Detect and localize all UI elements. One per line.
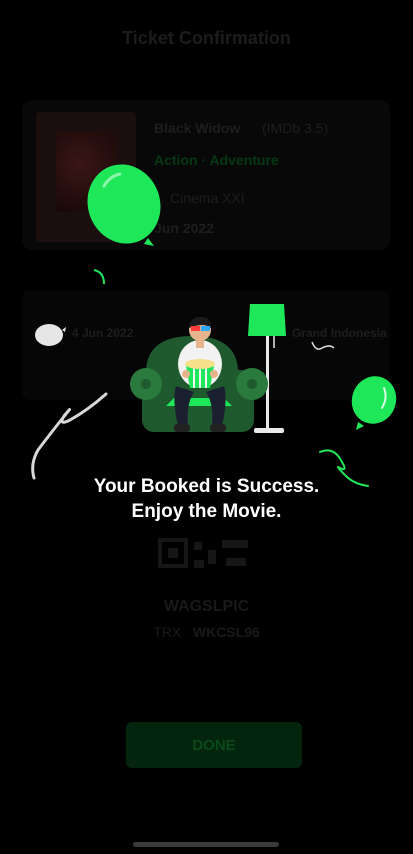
booking-location: Grand Indonesia (292, 326, 387, 340)
qr-code (158, 538, 248, 568)
page-title: Ticket Confirmation (122, 28, 291, 48)
confetti-icon (93, 269, 105, 285)
trx-label: TRX (153, 624, 182, 640)
green-balloon-icon (351, 376, 397, 430)
movie-studio: Cinema XXI (170, 190, 245, 206)
success-line-1: Your Booked is Success. (93, 476, 320, 497)
movie-title: Black Widow (154, 120, 241, 136)
confetti-icon (311, 341, 335, 350)
trx-value: WKCSL96 (192, 624, 260, 640)
home-indicator (133, 842, 279, 847)
movie-genre: Action · Adventure (154, 152, 279, 168)
success-illustration (130, 304, 286, 433)
green-balloon-icon (87, 164, 161, 246)
balloon-string-icon (31, 392, 108, 480)
trx-row: TRX WKCSL96 (0, 624, 413, 640)
white-balloon-icon (35, 324, 66, 346)
success-message: Your Booked is Success. Enjoy the Movie. (0, 474, 413, 524)
done-button[interactable]: DONE (126, 722, 302, 768)
booking-date: 4 Jun 2022 (72, 326, 134, 340)
movie-rating: (IMDb 3.5) (262, 120, 329, 136)
booking-code: WAGSLPIC (163, 598, 250, 615)
success-line-2: Enjoy the Movie. (131, 501, 282, 522)
